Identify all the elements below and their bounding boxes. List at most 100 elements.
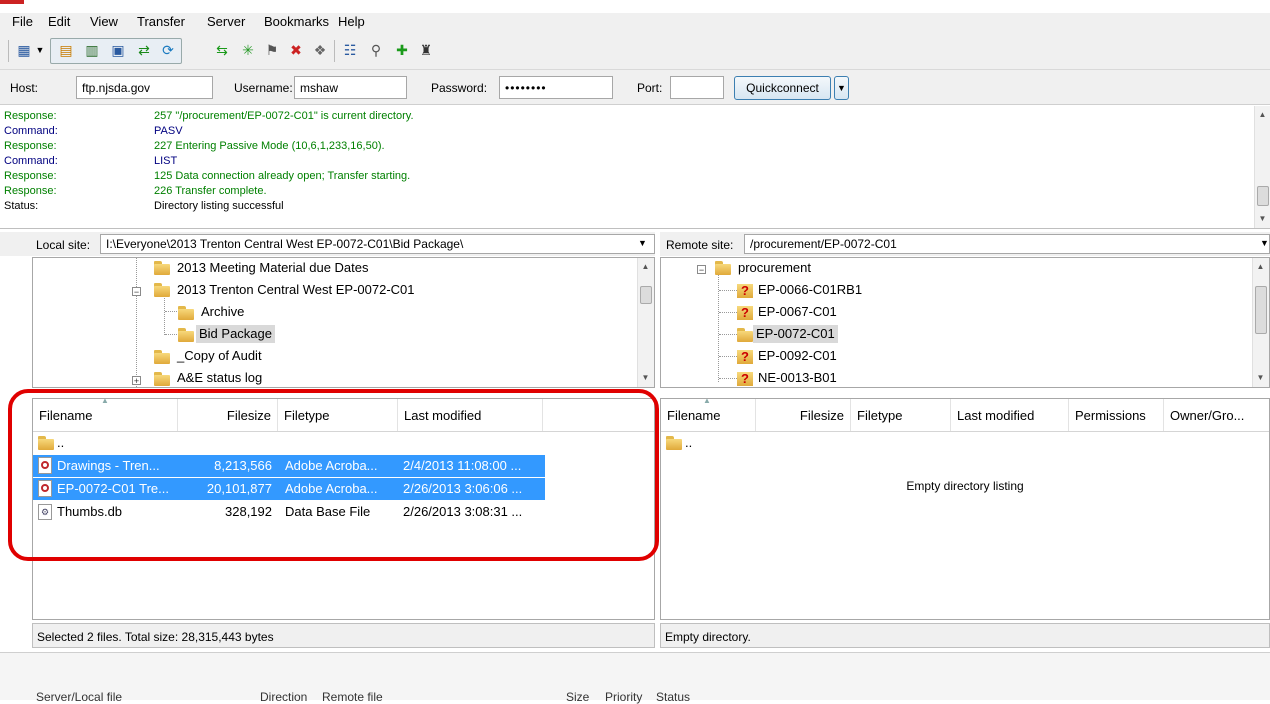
remote-site-bar: Remote site: /procurement/EP-0072-C01 ▼	[660, 232, 1270, 256]
scroll-down-icon[interactable]: ▼	[638, 371, 653, 385]
scroll-up-icon[interactable]: ▲	[1253, 260, 1268, 274]
log-entry-kind: Command:	[4, 155, 58, 167]
scroll-up-icon[interactable]: ▲	[1255, 108, 1270, 122]
remote-site-dropdown-icon[interactable]: ▼	[1260, 238, 1269, 248]
empty-listing-message: Empty directory listing	[906, 479, 1024, 493]
folder-icon	[154, 372, 172, 386]
username-label: Username:	[234, 81, 293, 95]
site-manager-icon[interactable]: ▦	[14, 40, 34, 60]
toolbar: ▦ ▼ ▤ ▥ ▣ ⇄ ⟳ ⇆ ✳ ⚑ ✖ ❖ ☷ ⚲ ✚ ♜	[0, 32, 1270, 70]
local-tree-scrollbar[interactable]: ▲ ▼	[637, 258, 654, 387]
quickconnect-button[interactable]: Quickconnect	[734, 76, 831, 100]
folder-icon	[154, 350, 172, 364]
file-name: ..	[685, 435, 693, 450]
col-permissions[interactable]: Permissions	[1069, 399, 1164, 431]
collapse-icon[interactable]: −	[697, 265, 706, 275]
unknown-folder-icon: ?	[737, 284, 753, 298]
local-tree-item[interactable]: 2013 Trenton Central West EP-0072-C01	[174, 281, 418, 299]
menu-help[interactable]: Help	[338, 14, 365, 29]
remote-tree-item[interactable]: EP-0066-C01RB1	[755, 281, 865, 299]
remote-tree-scrollbar[interactable]: ▲ ▼	[1252, 258, 1269, 387]
scroll-down-icon[interactable]: ▼	[1253, 371, 1268, 385]
log-entry-kind: Status:	[4, 200, 39, 212]
scroll-down-icon[interactable]: ▼	[1255, 212, 1270, 226]
remote-tree-item[interactable]: procurement	[735, 259, 814, 277]
folder-icon	[666, 436, 684, 450]
process-queue-icon[interactable]: ⇆	[212, 40, 232, 60]
toolbar-grip	[8, 40, 9, 62]
port-input[interactable]	[670, 76, 724, 99]
collapse-icon[interactable]: −	[132, 287, 141, 297]
directory-comparison-icon[interactable]: ✚	[392, 40, 412, 60]
folder-icon	[154, 261, 172, 275]
directory-listing-filters-icon[interactable]: ☷	[340, 40, 360, 60]
folder-icon	[178, 306, 196, 320]
unknown-folder-icon: ?	[737, 306, 753, 320]
log-scroll-thumb[interactable]	[1257, 186, 1269, 206]
local-site-dropdown-icon[interactable]: ▼	[638, 238, 647, 248]
log-entry-text: 226 Transfer complete.	[154, 185, 267, 197]
remote-site-path[interactable]: /procurement/EP-0072-C01	[744, 234, 1270, 254]
remote-tree-scroll-thumb[interactable]	[1255, 286, 1267, 334]
remote-tree-item[interactable]: EP-0092-C01	[755, 347, 840, 365]
local-tree-item[interactable]: Archive	[198, 303, 247, 321]
unknown-folder-icon: ?	[737, 350, 753, 364]
toggle-log-icon[interactable]: ▤	[56, 40, 76, 60]
menu-bookmarks[interactable]: Bookmarks	[264, 14, 329, 29]
log-entry-kind: Response:	[4, 110, 57, 122]
log-entry-text: 125 Data connection already open; Transf…	[154, 170, 411, 182]
scroll-up-icon[interactable]: ▲	[638, 260, 653, 274]
log-entry-text: LIST	[154, 155, 178, 167]
expand-icon[interactable]: +	[132, 376, 141, 386]
password-input[interactable]: ••••••••	[499, 76, 613, 99]
log-entry-text: PASV	[154, 125, 183, 137]
col-filesize[interactable]: Filesize	[756, 399, 851, 431]
folder-icon	[154, 283, 172, 297]
toggle-remote-tree-icon[interactable]: ▣	[108, 40, 128, 60]
host-input[interactable]: ftp.njsda.gov	[76, 76, 213, 99]
search-remote-icon[interactable]: ♜	[416, 40, 436, 60]
menu-view[interactable]: View	[90, 14, 118, 29]
toggle-queue-icon[interactable]: ⇄	[134, 40, 154, 60]
local-tree-item-selected[interactable]: Bid Package	[196, 325, 275, 343]
local-tree-item[interactable]: _Copy of Audit	[174, 347, 265, 365]
disconnect-icon[interactable]: ⚑	[262, 40, 282, 60]
toggle-local-tree-icon[interactable]: ▥	[82, 40, 102, 60]
menu-transfer[interactable]: Transfer	[137, 14, 185, 29]
quickconnect-dropdown-icon[interactable]: ▼	[834, 76, 849, 100]
queue-col-direction[interactable]: Direction	[260, 690, 307, 704]
queue-col-size[interactable]: Size	[566, 690, 589, 704]
col-filetype[interactable]: Filetype	[851, 399, 951, 431]
queue-col-status[interactable]: Status	[656, 690, 690, 704]
log-entry-kind: Command:	[4, 125, 58, 137]
selection-highlight-annotation	[8, 389, 659, 561]
site-manager-dropdown-icon[interactable]: ▼	[34, 40, 46, 60]
menu-file[interactable]: File	[12, 14, 33, 29]
remote-tree-item[interactable]: NE-0013-B01	[755, 369, 840, 387]
refresh-icon[interactable]: ⟳	[158, 40, 178, 60]
username-input[interactable]: mshaw	[294, 76, 407, 99]
menu-edit[interactable]: Edit	[48, 14, 70, 29]
remote-tree-item-selected[interactable]: EP-0072-C01	[753, 325, 838, 343]
queue-col-priority[interactable]: Priority	[605, 690, 642, 704]
col-owner-group[interactable]: Owner/Gro...	[1164, 399, 1269, 431]
log-entry-text: Directory listing successful	[154, 200, 284, 212]
local-tree-item[interactable]: A&E status log	[174, 369, 265, 387]
window-accent	[0, 0, 24, 4]
window-top	[0, 0, 1270, 13]
log-scrollbar[interactable]: ▲ ▼	[1254, 106, 1270, 228]
compare-icon[interactable]: ❖	[310, 40, 330, 60]
remote-tree-item[interactable]: EP-0067-C01	[755, 303, 840, 321]
col-last-modified[interactable]: Last modified	[951, 399, 1069, 431]
local-tree-scroll-thumb[interactable]	[640, 286, 652, 304]
local-tree-item[interactable]: 2013 Meeting Material due Dates	[174, 259, 372, 277]
synchronized-browsing-icon[interactable]: ⚲	[366, 40, 386, 60]
cancel-operation-icon[interactable]: ✳	[238, 40, 258, 60]
unknown-folder-icon: ?	[737, 372, 753, 386]
local-site-path[interactable]: I:\Everyone\2013 Trenton Central West EP…	[100, 234, 655, 254]
file-row-parent[interactable]: ..	[661, 432, 861, 454]
queue-col-remote-file[interactable]: Remote file	[322, 690, 383, 704]
reconnect-icon[interactable]: ✖	[286, 40, 306, 60]
menu-server[interactable]: Server	[207, 14, 245, 29]
queue-col-server-local-file[interactable]: Server/Local file	[36, 690, 122, 704]
